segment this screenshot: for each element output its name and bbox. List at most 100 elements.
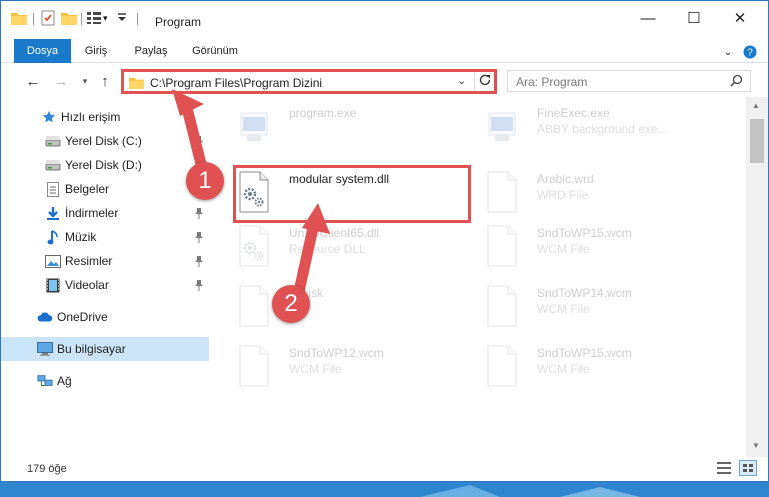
file-name: SndToWP15.wcm — [537, 226, 632, 240]
step-2-badge: 2 — [272, 285, 310, 323]
large-icons-view-icon[interactable] — [739, 460, 757, 476]
chevron-down-icon[interactable]: ⌄ — [719, 43, 737, 61]
file-name: SndToWP14.wcm — [537, 286, 632, 300]
file-type: WCM File — [537, 242, 590, 256]
file-type: WCM File — [537, 362, 590, 376]
sidebar-item-label: Yerel Disk (C:) — [65, 134, 142, 148]
tab-file[interactable]: Dosya — [14, 39, 71, 63]
file-icon — [237, 345, 273, 389]
drive-icon — [45, 157, 61, 173]
file-item[interactable]: UnzipClient65.dll Resource DLL — [233, 221, 473, 273]
file-item[interactable]: Arabic.wrd WRD File — [481, 167, 721, 219]
file-item[interactable]: SndToWP14.wcm WCM File — [481, 281, 721, 333]
sidebar-item-label: OneDrive — [57, 310, 108, 324]
sidebar-item-label: Resimler — [65, 254, 113, 268]
folder-icon — [129, 76, 144, 92]
file-type: WCM File — [289, 362, 342, 376]
file-icon — [485, 171, 521, 215]
close-button[interactable]: ✕ — [717, 1, 763, 35]
forward-button[interactable]: → — [51, 71, 71, 91]
sidebar-item-bu-bilgisayar[interactable]: Bu bilgisayar — [1, 337, 209, 361]
tab-share[interactable]: Paylaş — [128, 39, 174, 63]
toolbar-divider — [137, 13, 138, 25]
pictures-icon — [45, 253, 61, 269]
pin-icon[interactable] — [194, 135, 204, 147]
sidebar-item-yerel-disk-c[interactable]: Yerel Disk (C:) — [1, 129, 209, 153]
sidebar-item-i-ndirmeler[interactable]: İndirmeler — [1, 201, 209, 225]
file-item[interactable]: UnriskFile — [233, 281, 473, 333]
scrollbar-thumb[interactable] — [750, 119, 764, 163]
maximize-button[interactable]: ☐ — [671, 1, 717, 35]
view-options-icon[interactable] — [87, 9, 101, 27]
tab-home[interactable]: Giriş — [77, 39, 115, 63]
exe-icon — [237, 105, 273, 149]
sidebar-item-resimler[interactable]: Resimler — [1, 249, 209, 273]
status-bar: 179 öğe — [1, 457, 768, 481]
vertical-scrollbar[interactable]: ▲ ▼ — [746, 97, 768, 457]
scroll-up-arrow[interactable]: ▲ — [752, 101, 760, 110]
chevron-down-icon[interactable]: ⌄ — [457, 74, 466, 87]
sidebar-item-ağ[interactable]: Ağ — [1, 369, 209, 393]
customize-toolbar-icon[interactable] — [117, 9, 127, 27]
computer-icon — [37, 341, 53, 357]
file-name: FineExec.exe — [537, 106, 610, 120]
sidebar-item-yerel-disk-d[interactable]: Yerel Disk (D:) — [1, 153, 209, 177]
file-name: SndToWP15.wcm — [537, 346, 632, 360]
pin-icon[interactable] — [194, 207, 204, 219]
pin-icon[interactable] — [194, 255, 204, 267]
exe-icon — [485, 105, 521, 149]
sidebar-item-label: Yerel Disk (D:) — [65, 158, 142, 172]
recent-locations-button[interactable]: ▾ — [75, 71, 95, 91]
sidebar-item-label: Bu bilgisayar — [57, 342, 126, 356]
file-item[interactable]: SndToWP15.wcm WCM File — [481, 341, 721, 393]
scroll-down-arrow[interactable]: ▼ — [752, 441, 760, 450]
pin-icon[interactable] — [194, 279, 204, 291]
back-button[interactable]: ← — [23, 71, 43, 91]
file-type: Resource DLL — [289, 242, 366, 256]
details-view-icon[interactable] — [717, 462, 731, 477]
navigation-pane: Hızlı erişim Yerel Disk (C:) Yerel Disk (D… — [1, 97, 211, 457]
sidebar-item-videolar[interactable]: Videolar — [1, 273, 209, 297]
file-item[interactable]: FineExec.exe ABBY background exe... — [481, 101, 721, 153]
documents-icon — [45, 181, 61, 197]
sidebar-item-hızlı-erişim[interactable]: Hızlı erişim — [1, 105, 209, 129]
explorer-window: ▾ Program — ☐ ✕ Dosya Giriş Paylaş Görün… — [0, 0, 769, 482]
file-type: ABBY background exe... — [537, 122, 668, 136]
ribbon-tabs: Dosya Giriş Paylaş Görünüm ⌄ ? — [1, 39, 768, 63]
file-name: UnzipClient65.dll — [289, 226, 380, 240]
sidebar-item-müzik[interactable]: Müzik — [1, 225, 209, 249]
sidebar-item-label: İndirmeler — [65, 206, 119, 220]
file-icon — [485, 225, 521, 269]
title-bar: ▾ Program — ☐ ✕ — [1, 1, 768, 35]
sidebar-item-belgeler[interactable]: Belgeler — [1, 177, 209, 201]
search-input[interactable]: Ara: Program — [516, 75, 587, 89]
up-button[interactable]: ↑ — [95, 71, 115, 91]
step-1-badge: 1 — [186, 162, 224, 200]
address-bar[interactable]: C:\Program Files\Program Dizini ⌄ — [121, 69, 497, 94]
drive-icon — [45, 133, 61, 149]
chevron-down-icon[interactable]: ▾ — [103, 9, 108, 27]
file-item[interactable]: SndToWP15.wcm WCM File — [481, 221, 721, 273]
search-box[interactable]: Ara: Program — [507, 70, 751, 92]
file-icon — [485, 345, 521, 389]
file-item[interactable]: SndToWP12.wcm WCM File — [233, 341, 473, 393]
sidebar-item-onedrive[interactable]: OneDrive — [1, 305, 209, 329]
search-icon[interactable] — [730, 74, 743, 90]
window-title: Program — [155, 15, 202, 29]
minimize-button[interactable]: — — [625, 1, 671, 35]
network-icon — [37, 373, 53, 389]
cloud-icon — [37, 309, 53, 325]
dll-gear-icon — [237, 225, 273, 269]
properties-icon[interactable] — [41, 9, 55, 27]
file-icon — [237, 285, 273, 329]
tab-view[interactable]: Görünüm — [187, 39, 243, 63]
file-name: Arabic.wrd — [537, 172, 594, 186]
file-type: WRD File — [537, 188, 589, 202]
file-item[interactable]: program.exe — [233, 101, 473, 153]
pin-icon[interactable] — [194, 231, 204, 243]
sidebar-item-label: Hızlı erişim — [61, 110, 121, 124]
help-icon[interactable]: ? — [741, 43, 759, 61]
navigation-bar: ← → ▾ ↑ C:\Program Files\Program Dizini … — [1, 63, 768, 97]
refresh-icon[interactable] — [478, 73, 494, 89]
new-folder-icon[interactable] — [61, 9, 77, 27]
